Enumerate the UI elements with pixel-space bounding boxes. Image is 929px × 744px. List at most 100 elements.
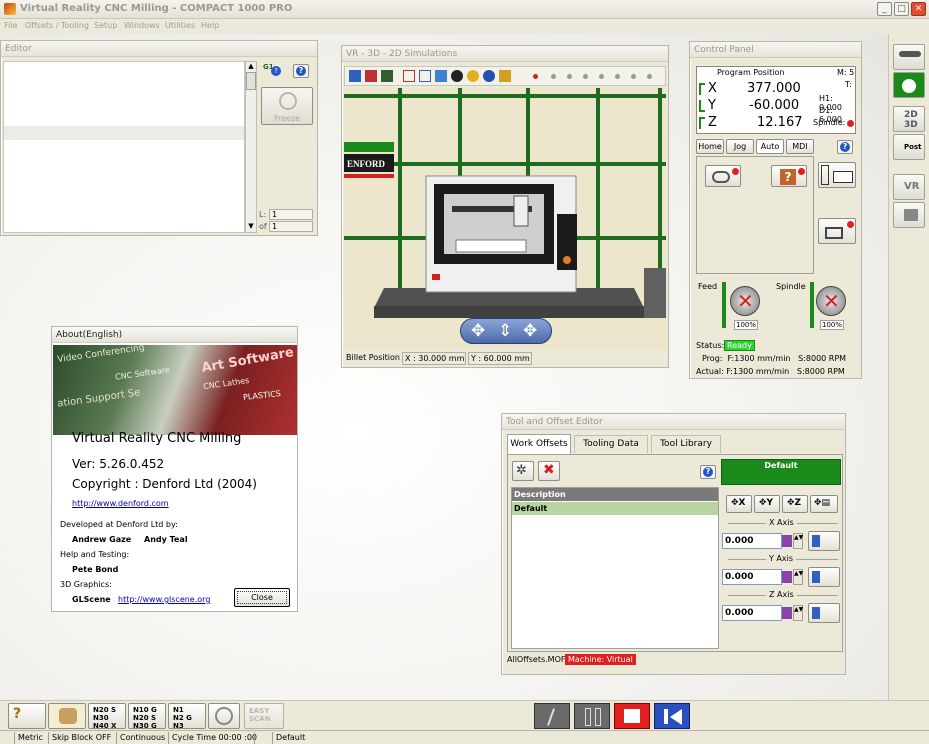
menu-help[interactable]: Help (201, 21, 219, 30)
2d-3d-view-icon[interactable]: 2D 3D (893, 106, 925, 132)
about-close-button[interactable]: Close (234, 588, 290, 607)
denford-link[interactable]: http://www.denford.com (72, 499, 169, 508)
tab-tool-library[interactable]: Tool Library (651, 435, 721, 453)
view-icon[interactable] (419, 70, 431, 82)
layer-dot-icon[interactable] (567, 74, 572, 79)
layer-dot-icon[interactable] (551, 74, 556, 79)
layer-dot-icon[interactable] (533, 74, 538, 79)
view-icon[interactable] (451, 70, 463, 82)
offset-list[interactable]: Description Default (511, 487, 719, 649)
view-icon[interactable] (483, 70, 495, 82)
layer-dot-icon[interactable] (599, 74, 604, 79)
glscene-link[interactable]: http://www.glscene.org (118, 595, 210, 604)
set-x-button[interactable]: ✥X (726, 495, 752, 513)
menu-offsets-tooling[interactable]: Offsets / Tooling (25, 21, 89, 30)
offset-row-default[interactable]: Default (512, 502, 718, 515)
z-offset-input[interactable]: 0.000 (722, 605, 782, 621)
machine-view-icon[interactable] (893, 202, 925, 228)
calculator-icon[interactable] (782, 607, 792, 619)
calculator-icon[interactable] (782, 535, 792, 547)
stop-button[interactable] (614, 703, 650, 729)
sim-tool-icon[interactable] (365, 70, 377, 82)
spindle-button-icon[interactable] (893, 72, 925, 98)
editor-help-button[interactable] (293, 64, 309, 78)
g-code-search-button[interactable]: N1 N2 G N3 (168, 703, 206, 730)
feed-override-knob[interactable]: ✕ (730, 286, 760, 316)
x-offset-input[interactable]: 0.000 (722, 533, 782, 549)
x-value: 377.000 (747, 81, 801, 96)
z-touch-off-button[interactable] (808, 603, 840, 623)
set-z-button[interactable]: ✥Z (782, 495, 808, 513)
x-offset-stepper[interactable]: ▲▼ (793, 533, 803, 549)
sim-tool-icon[interactable] (349, 70, 361, 82)
tool-wrench-icon[interactable] (893, 44, 925, 70)
xyz-billet-button[interactable] (818, 162, 856, 188)
reset-button[interactable] (654, 703, 690, 729)
toolpath-icon[interactable] (403, 70, 415, 82)
glscene-name: GLScene (72, 595, 111, 604)
g-code-renumber-button[interactable]: N10 G N20 S N30 G (128, 703, 166, 730)
tab-home[interactable]: Home (696, 139, 724, 154)
set-xyz-button[interactable]: ✥▤ (810, 495, 838, 513)
offset-help-button[interactable] (700, 465, 716, 479)
view-icon[interactable] (499, 70, 511, 82)
query-button[interactable]: ? (771, 165, 807, 187)
move-arrows-icon[interactable]: ✥ (471, 321, 485, 341)
spindle-override-knob[interactable]: ✕ (816, 286, 846, 316)
easy-scan-button[interactable]: EASY SCAN (244, 703, 284, 729)
close-window-button[interactable]: ✕ (911, 2, 926, 16)
tab-auto[interactable]: Auto (756, 139, 784, 154)
x-axis-label: X Axis (766, 518, 797, 527)
pause-button[interactable] (574, 703, 610, 729)
hand-tool-button[interactable] (48, 703, 86, 729)
layer-dot-icon[interactable] (583, 74, 588, 79)
control-help-button[interactable] (837, 140, 853, 154)
coolant-button[interactable] (818, 218, 856, 244)
x-touch-off-button[interactable] (808, 531, 840, 551)
menu-windows[interactable]: Windows (124, 21, 160, 30)
layer-dot-icon[interactable] (631, 74, 636, 79)
layer-dot-icon[interactable] (647, 74, 652, 79)
help-tools-button[interactable]: ? (8, 703, 46, 729)
view-icon[interactable] (435, 70, 447, 82)
vr-view-icon[interactable]: VR (893, 174, 925, 200)
layer-dot-icon[interactable] (615, 74, 620, 79)
editor-scrollbar[interactable]: ▲ ▼ (245, 61, 257, 233)
editor-text-area[interactable] (3, 61, 245, 233)
menu-utilities[interactable]: Utilities (165, 21, 195, 30)
tab-jog[interactable]: Jog (726, 139, 754, 154)
g-code-reorder-button[interactable]: N20 S N30 N40 X (88, 703, 126, 730)
sim-tool-icon[interactable] (381, 70, 393, 82)
camera-navigation-control[interactable]: ✥ ⇕ ✥ (460, 318, 552, 344)
set-y-button[interactable]: ✥Y (754, 495, 780, 513)
menu-file[interactable]: File (4, 21, 17, 30)
y-touch-off-button[interactable] (808, 567, 840, 587)
single-block-button[interactable] (534, 703, 570, 729)
xyz-icon (821, 165, 829, 185)
tab-work-offsets[interactable]: Work Offsets (507, 434, 571, 454)
zoom-arrows-icon[interactable]: ⇕ (498, 321, 512, 341)
scroll-thumb[interactable] (246, 72, 256, 90)
status-led-icon (732, 168, 739, 175)
cycle-start-button[interactable] (705, 165, 741, 187)
scroll-up-icon[interactable]: ▲ (246, 62, 256, 72)
vr-3d-viewport[interactable]: ENFORD ✥ ⇕ ✥ (344, 88, 666, 350)
maximize-button[interactable]: □ (894, 2, 909, 16)
scroll-down-icon[interactable]: ▼ (246, 222, 256, 232)
y-offset-input[interactable]: 0.000 (722, 569, 782, 585)
y-offset-stepper[interactable]: ▲▼ (793, 569, 803, 585)
post-processor-icon[interactable]: Post (893, 134, 925, 160)
calculator-icon[interactable] (782, 571, 792, 583)
disc-button[interactable] (208, 703, 240, 729)
rotate-arrows-icon[interactable]: ✥ (523, 321, 537, 341)
z-offset-stepper[interactable]: ▲▼ (793, 605, 803, 621)
menu-setup[interactable]: Setup (94, 21, 117, 30)
tab-mdi[interactable]: MDI (786, 139, 814, 154)
g1-help-icon[interactable]: G1 ? (261, 63, 283, 79)
new-offset-button[interactable]: ✲ (512, 461, 534, 481)
tab-tooling-data[interactable]: Tooling Data (574, 435, 648, 453)
delete-offset-button[interactable]: ✖ (538, 461, 560, 481)
view-icon[interactable] (467, 70, 479, 82)
minimize-button[interactable]: _ (877, 2, 892, 16)
freeze-button[interactable]: Freeze (261, 87, 313, 125)
